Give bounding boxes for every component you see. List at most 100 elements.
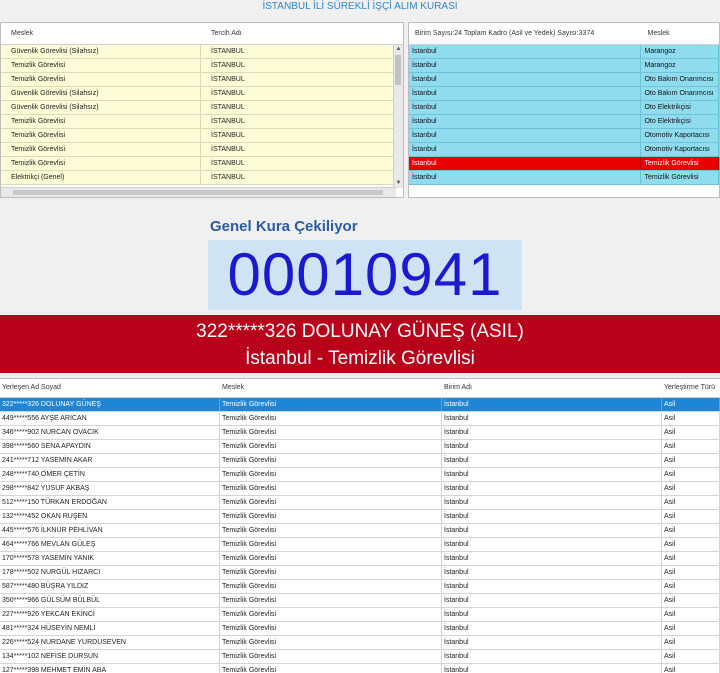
table-row[interactable]: İstanbul Marangoz: [409, 45, 719, 59]
winner-name: 322*****326 DOLUNAY GÜNEŞ (ASIL): [196, 321, 524, 342]
tercih-grid-rows: Güvenlik Görevlisi (Silahsız) İSTANBUL Tem…: [1, 45, 396, 185]
table-cell: İSTANBUL: [201, 129, 396, 142]
column-header-meslek[interactable]: Meslek: [1, 23, 201, 44]
table-cell: Temizlik Görevlisi: [1, 143, 201, 156]
table-cell: İSTANBUL: [201, 73, 396, 86]
table-row[interactable]: 241*****712 YASEMİN AKAR Temizlik Görevli…: [0, 454, 720, 468]
column-header-ad-soyad[interactable]: Yerleşen Ad Soyad: [0, 379, 220, 397]
table-cell: Temizlik Görevlisi: [1, 157, 201, 170]
table-row[interactable]: 449*****556 AYŞE ARICAN Temizlik Görevlis…: [0, 412, 720, 426]
table-row[interactable]: İstanbul Oto Elektrikçisi: [409, 115, 719, 129]
winner-banner: 322*****326 DOLUNAY GÜNEŞ (ASIL) İstanbu…: [0, 315, 720, 373]
table-row[interactable]: 134*****102 NEFİSE DURSUN Temizlik Görevl…: [0, 650, 720, 664]
scroll-thumb[interactable]: [13, 190, 383, 195]
column-header-yerlestirme-turu[interactable]: Yerleştirme Türü: [662, 379, 720, 397]
winner-position: İstanbul - Temizlik Görevlisi: [245, 348, 475, 369]
column-header-tercih-adi[interactable]: Tercih Adı: [201, 23, 396, 44]
table-cell: Asil: [662, 482, 720, 495]
birim-grid[interactable]: Birim Sayısı:24 Toplam Kadro (Asil ve Ye…: [408, 22, 720, 198]
table-row[interactable]: 512*****150 TÜRKAN ERDOĞAN Temizlik Görev…: [0, 496, 720, 510]
table-row[interactable]: Güvenlik Görevlisi (Silahsız) İSTANBUL: [1, 101, 396, 115]
table-cell: İstanbul: [442, 608, 662, 621]
table-row[interactable]: Elektrikçi (Genel) İSTANBUL: [1, 171, 396, 185]
column-header-birim-adi[interactable]: Birim Adı: [442, 379, 662, 397]
table-cell: İSTANBUL: [201, 143, 396, 156]
table-cell: Asil: [662, 552, 720, 565]
table-cell: İSTANBUL: [201, 45, 396, 58]
table-cell: Asil: [662, 580, 720, 593]
column-header-meslek[interactable]: Meslek: [641, 23, 719, 44]
table-row[interactable]: 170*****578 YASEMİN YANIK Temizlik Görevl…: [0, 552, 720, 566]
tercih-grid-header: Meslek Tercih Adı: [1, 23, 403, 45]
table-cell: Temizlik Görevlisi: [220, 608, 442, 621]
table-row[interactable]: İstanbul Oto Bakım Onarımcısı: [409, 73, 719, 87]
table-row[interactable]: İstanbul Temizlik Görevlisi: [409, 157, 719, 171]
table-row[interactable]: İstanbul Otomotiv Kaportacısı: [409, 129, 719, 143]
table-cell: Asil: [662, 538, 720, 551]
column-header-meslek[interactable]: Meslek: [220, 379, 442, 397]
column-header-birim[interactable]: Birim Sayısı:24 Toplam Kadro (Asil ve Ye…: [409, 23, 641, 44]
table-cell: Asil: [662, 412, 720, 425]
table-row[interactable]: 346*****902 NURCAN OVACIK Temizlik Görevl…: [0, 426, 720, 440]
table-row[interactable]: 481*****324 HÜSEYİN NEMLİ Temizlik Görevl…: [0, 622, 720, 636]
table-row[interactable]: 248*****740 ÖMER ÇETİN Temizlik Görevlisi…: [0, 468, 720, 482]
table-cell: Temizlik Görevlisi: [220, 566, 442, 579]
table-cell: İstanbul: [442, 468, 662, 481]
table-row[interactable]: Güvenlik Görevlisi (Silahsız) İSTANBUL: [1, 45, 396, 59]
table-row[interactable]: 322*****326 DOLUNAY GÜNEŞ Temizlik Görevl…: [0, 398, 720, 412]
table-cell: 350*****966 GÜLSÜM BÜLBÜL: [0, 594, 220, 607]
table-row[interactable]: 298*****842 YUSUF AKBAŞ Temizlik Görevlis…: [0, 482, 720, 496]
table-cell: Temizlik Görevlisi: [1, 73, 201, 86]
table-cell: 464*****766 MEVLAN GÜLEŞ: [0, 538, 220, 551]
table-row[interactable]: İstanbul Oto Elektrikçisi: [409, 101, 719, 115]
draw-status-label: Genel Kura Çekiliyor: [210, 218, 358, 235]
table-cell: Elektrikçi (Genel): [1, 171, 201, 184]
table-row[interactable]: 350*****966 GÜLSÜM BÜLBÜL Temizlik Görevl…: [0, 594, 720, 608]
table-row[interactable]: Temizlik Görevlisi İSTANBUL: [1, 157, 396, 171]
results-grid[interactable]: Yerleşen Ad Soyad Meslek Birim Adı Yerle…: [0, 378, 720, 673]
table-cell: Temizlik Görevlisi: [220, 636, 442, 649]
table-row[interactable]: 587*****480 BÜŞRA YILDIZ Temizlik Görevli…: [0, 580, 720, 594]
table-row[interactable]: 398*****560 SENA APAYDIN Temizlik Görevli…: [0, 440, 720, 454]
table-row[interactable]: 132*****452 OKAN RUŞEN Temizlik Görevlisi…: [0, 510, 720, 524]
table-row[interactable]: 227*****926 YEKCAN EKİNCİ Temizlik Görevl…: [0, 608, 720, 622]
table-row[interactable]: İstanbul Oto Bakım Onarımcısı: [409, 87, 719, 101]
table-row[interactable]: Temizlik Görevlisi İSTANBUL: [1, 115, 396, 129]
table-cell: Otomotiv Kaportacısı: [641, 129, 719, 142]
table-cell: İSTANBUL: [201, 115, 396, 128]
table-row[interactable]: 464*****766 MEVLAN GÜLEŞ Temizlik Görevli…: [0, 538, 720, 552]
table-cell: İstanbul: [409, 129, 642, 142]
table-cell: İstanbul: [442, 580, 662, 593]
table-row[interactable]: Güvenlik Görevlisi (Silahsız) İSTANBUL: [1, 87, 396, 101]
table-cell: Asil: [662, 426, 720, 439]
table-cell: Temizlik Görevlisi: [220, 622, 442, 635]
horizontal-scrollbar[interactable]: [1, 187, 396, 197]
table-row[interactable]: İstanbul Marangoz: [409, 59, 719, 73]
table-row[interactable]: Temizlik Görevlisi İSTANBUL: [1, 59, 396, 73]
scroll-thumb[interactable]: [395, 55, 401, 85]
tercih-grid[interactable]: Meslek Tercih Adı Güvenlik Görevlisi (Si…: [0, 22, 404, 198]
table-cell: İstanbul: [442, 566, 662, 579]
table-cell: Asil: [662, 524, 720, 537]
table-cell: Asil: [662, 440, 720, 453]
table-row[interactable]: 226*****524 NURDANE YURDUSEVEN Temizlik G…: [0, 636, 720, 650]
table-cell: İstanbul: [442, 440, 662, 453]
table-row[interactable]: Temizlik Görevlisi İSTANBUL: [1, 143, 396, 157]
table-row[interactable]: İstanbul Temizlik Görevlisi: [409, 171, 719, 185]
table-cell: Temizlik Görevlisi: [220, 594, 442, 607]
table-cell: Temizlik Görevlisi: [1, 115, 201, 128]
table-cell: 346*****902 NURCAN OVACIK: [0, 426, 220, 439]
table-cell: 134*****102 NEFİSE DURSUN: [0, 650, 220, 663]
table-cell: Asil: [662, 454, 720, 467]
table-row[interactable]: 445*****576 İLKNUR PEHLİVAN Temizlik Göre…: [0, 524, 720, 538]
table-cell: 248*****740 ÖMER ÇETİN: [0, 468, 220, 481]
table-cell: İstanbul: [442, 482, 662, 495]
table-row[interactable]: İstanbul Otomotiv Kaportacısı: [409, 143, 719, 157]
results-grid-header: Yerleşen Ad Soyad Meslek Birim Adı Yerle…: [0, 379, 720, 398]
vertical-scrollbar[interactable]: ▲ ▼: [393, 45, 403, 188]
table-cell: 512*****150 TÜRKAN ERDOĞAN: [0, 496, 220, 509]
table-row[interactable]: Temizlik Görevlisi İSTANBUL: [1, 129, 396, 143]
scroll-up-icon[interactable]: ▲: [394, 45, 403, 54]
table-row[interactable]: 178*****502 NURGÜL HIZARCI Temizlik Görev…: [0, 566, 720, 580]
table-row[interactable]: Temizlik Görevlisi İSTANBUL: [1, 73, 396, 87]
